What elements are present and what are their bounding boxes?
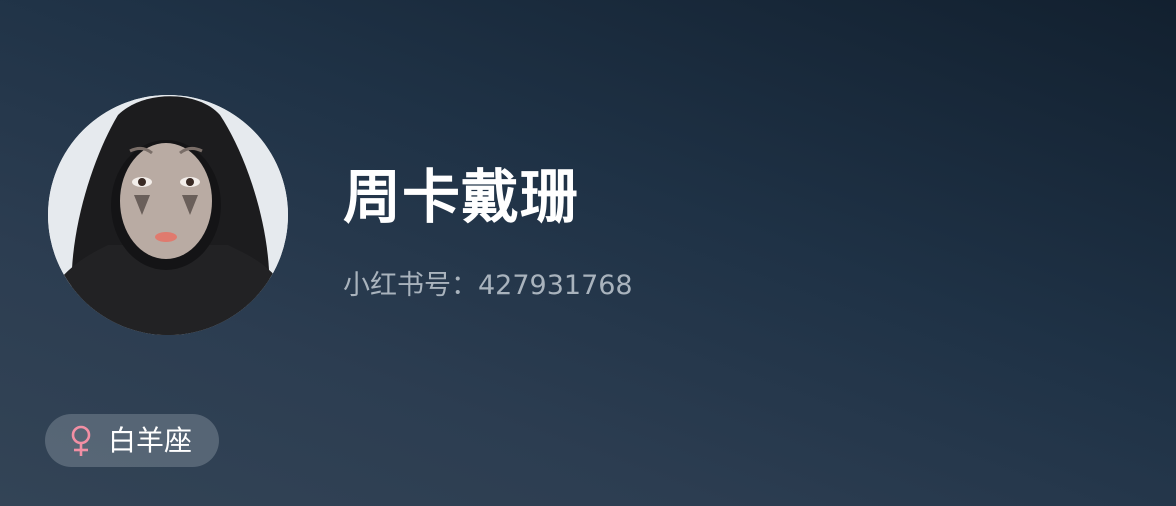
user-id: 小红书号：427931768 [343, 270, 633, 301]
avatar-image [48, 95, 288, 335]
avatar[interactable] [48, 95, 288, 335]
username: 周卡戴珊 [343, 163, 580, 231]
female-icon [71, 425, 91, 456]
zodiac-label: 白羊座 [108, 424, 193, 457]
zodiac-tag[interactable]: 白羊座 [45, 414, 219, 467]
